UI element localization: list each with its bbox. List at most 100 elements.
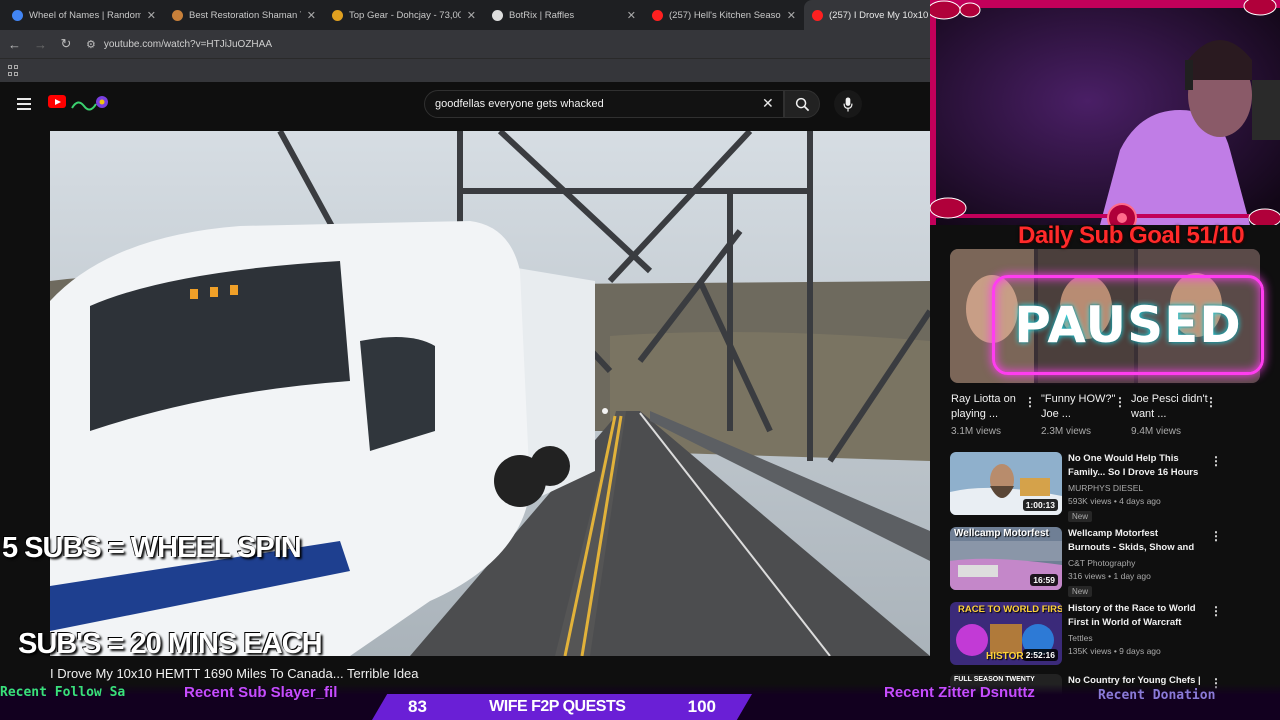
video-thumbnail[interactable]: 1:00:13: [950, 452, 1062, 515]
more-options-icon[interactable]: ⋮: [1024, 396, 1036, 408]
video-title: I Drove My 10x10 HEMTT 1690 Miles To Can…: [50, 666, 419, 681]
video-player[interactable]: [50, 131, 930, 656]
omnibox[interactable]: ⚙ youtube.com/watch?v=HTJiJuOZHAA: [86, 38, 272, 51]
more-options-icon[interactable]: ⋮: [1210, 604, 1222, 618]
webcam-feed: [930, 0, 1280, 225]
recent-donation-text: Recent Donation: [1098, 688, 1216, 703]
paused-label: PAUSED: [1014, 296, 1242, 354]
close-tab-icon[interactable]: ✕: [147, 9, 156, 22]
thumbnail-caption: FULL SEASON TWENTY: [954, 676, 1035, 683]
favicon-icon: [652, 9, 663, 21]
recommendation-item[interactable]: Wellcamp Motorfest 16:59 Wellcamp Motorf…: [950, 527, 1280, 597]
paused-overlay: PAUSED: [992, 275, 1264, 375]
video-title-link[interactable]: Wellcamp Motorfest Burnouts - Skids, Sho…: [1068, 527, 1202, 555]
favicon-icon: [332, 9, 343, 21]
close-tab-icon[interactable]: ✕: [787, 9, 796, 22]
more-options-icon[interactable]: ⋮: [1210, 529, 1222, 543]
short-title[interactable]: Ray Liotta on playing ...: [951, 392, 1035, 422]
daily-sub-goal: Daily Sub Goal 51/10: [1018, 222, 1245, 249]
quest-target: 100: [687, 697, 716, 716]
tab-hells-kitchen[interactable]: (257) Hell's Kitchen Season 18 ✕: [644, 0, 804, 30]
wheel-rule-text: 5 SUBS = WHEEL SPIN: [2, 532, 302, 564]
short-title[interactable]: "Funny HOW?" Joe ...: [1041, 392, 1125, 422]
screen: Wheel of Names | Random nam ✕ Best Resto…: [0, 0, 1280, 720]
forward-arrow-icon[interactable]: →: [34, 37, 47, 52]
webcam-overlay: [930, 0, 1280, 225]
short-item[interactable]: "Funny HOW?" Joe ... 2.3M views: [1041, 392, 1125, 437]
duration-badge: 1:00:13: [1022, 499, 1058, 511]
logo-doodle-icon[interactable]: [70, 94, 110, 114]
thumbnail-caption: RACE TO WORLD FIRST: [958, 604, 1062, 615]
video-frame: [50, 131, 930, 656]
close-tab-icon[interactable]: ✕: [627, 9, 636, 22]
new-badge: New: [1068, 586, 1093, 597]
more-options-icon[interactable]: ⋮: [1210, 454, 1222, 468]
recommendation-item[interactable]: 1:00:13 No One Would Help This Family...…: [950, 452, 1280, 522]
tab-top-gear[interactable]: Top Gear - Dohcjay - 73,000 DF ✕: [324, 0, 484, 30]
tab-title: (257) Hell's Kitchen Season 18: [669, 9, 781, 21]
back-arrow-icon[interactable]: ←: [8, 37, 21, 52]
recent-follow-text: Recent Follow Sa: [0, 685, 126, 700]
video-thumbnail[interactable]: Wellcamp Motorfest 16:59: [950, 527, 1062, 590]
apps-grid-icon[interactable]: [8, 65, 19, 76]
video-meta: 593K views • 4 days ago: [1068, 496, 1161, 506]
video-title-link[interactable]: History of the Race to World First in Wo…: [1068, 602, 1202, 630]
channel-name[interactable]: MURPHYS DIESEL: [1068, 483, 1202, 493]
short-views: 3.1M views: [951, 426, 1002, 437]
short-title[interactable]: Joe Pesci didn't want ...: [1131, 392, 1215, 422]
favicon-icon: [492, 9, 503, 21]
youtube-header: goodfellas everyone gets whacked ✕: [0, 82, 930, 128]
site-info-icon[interactable]: ⚙: [86, 38, 96, 51]
favicon-icon: [812, 9, 823, 21]
video-meta: 135K views • 9 days ago: [1068, 646, 1161, 656]
quest-current: 83: [408, 697, 427, 716]
short-views: 9.4M views: [1131, 426, 1182, 437]
clear-search-icon[interactable]: ✕: [762, 95, 774, 112]
quest-label: WIFE F2P QUESTS: [489, 698, 626, 715]
favicon-icon: [172, 9, 183, 21]
video-title-link[interactable]: No One Would Help This Family... So I Dr…: [1068, 452, 1202, 480]
microphone-icon: [843, 96, 853, 112]
search-query-text[interactable]: goodfellas everyone gets whacked: [435, 98, 604, 110]
recent-sub-text: Recent Sub Slayer_fil: [184, 684, 338, 701]
short-views: 2.3M views: [1041, 426, 1092, 437]
video-info: History of the Race to World First in Wo…: [1068, 602, 1202, 656]
tab-restoration-shaman[interactable]: Best Restoration Shaman Talent ✕: [164, 0, 324, 30]
tab-title: BotRix | Raffles: [509, 9, 575, 21]
close-tab-icon[interactable]: ✕: [467, 9, 476, 22]
voice-search-button[interactable]: [834, 90, 862, 118]
video-info: Wellcamp Motorfest Burnouts - Skids, Sho…: [1068, 527, 1202, 599]
channel-name[interactable]: C&T Photography: [1068, 558, 1202, 568]
channel-name[interactable]: Tettles: [1068, 633, 1202, 643]
menu-icon[interactable]: [17, 98, 31, 110]
tab-title: Top Gear - Dohcjay - 73,000 DF: [349, 9, 461, 21]
url-text[interactable]: youtube.com/watch?v=HTJiJuOZHAA: [104, 39, 272, 50]
tab-wheel-of-names[interactable]: Wheel of Names | Random nam ✕: [4, 0, 164, 30]
sub-rule-text: SUB'S = 20 MINS EACH: [18, 628, 323, 660]
close-tab-icon[interactable]: ✕: [307, 9, 316, 22]
video-meta: 316 views • 1 day ago: [1068, 571, 1151, 581]
tab-botrix[interactable]: BotRix | Raffles ✕: [484, 0, 644, 30]
new-badge: New: [1068, 511, 1093, 522]
youtube-logo-icon[interactable]: [48, 95, 66, 108]
video-thumbnail[interactable]: RACE TO WORLD FIRST HISTORY 2:52:16: [950, 602, 1062, 665]
reload-icon[interactable]: ↻: [60, 36, 72, 52]
search-button[interactable]: [784, 90, 820, 118]
recommendation-item[interactable]: RACE TO WORLD FIRST HISTORY 2:52:16 Hist…: [950, 602, 1280, 668]
thumbnail-caption: Wellcamp Motorfest: [954, 528, 1049, 539]
more-options-icon[interactable]: ⋮: [1114, 396, 1126, 408]
duration-badge: 16:59: [1030, 574, 1058, 586]
short-item[interactable]: Joe Pesci didn't want ... 9.4M views: [1131, 392, 1215, 437]
short-item[interactable]: Ray Liotta on playing ... 3.1M views: [951, 392, 1035, 437]
favicon-icon: [12, 9, 23, 21]
more-options-icon[interactable]: ⋮: [1205, 396, 1217, 408]
search-icon: [795, 97, 809, 111]
tab-title: Wheel of Names | Random nam: [29, 9, 141, 21]
address-bar-row: ← → ↻ ⚙ youtube.com/watch?v=HTJiJuOZHAA: [0, 30, 930, 58]
quest-progress-bar: 83 WIFE F2P QUESTS 100: [372, 694, 752, 720]
search-input[interactable]: goodfellas everyone gets whacked: [424, 90, 784, 118]
duration-badge: 2:52:16: [1022, 649, 1058, 661]
recent-zitter-text: Recent Zitter Dsnuttz: [884, 684, 1035, 701]
bookmarks-bar: [0, 58, 930, 82]
video-info: No One Would Help This Family... So I Dr…: [1068, 452, 1202, 524]
